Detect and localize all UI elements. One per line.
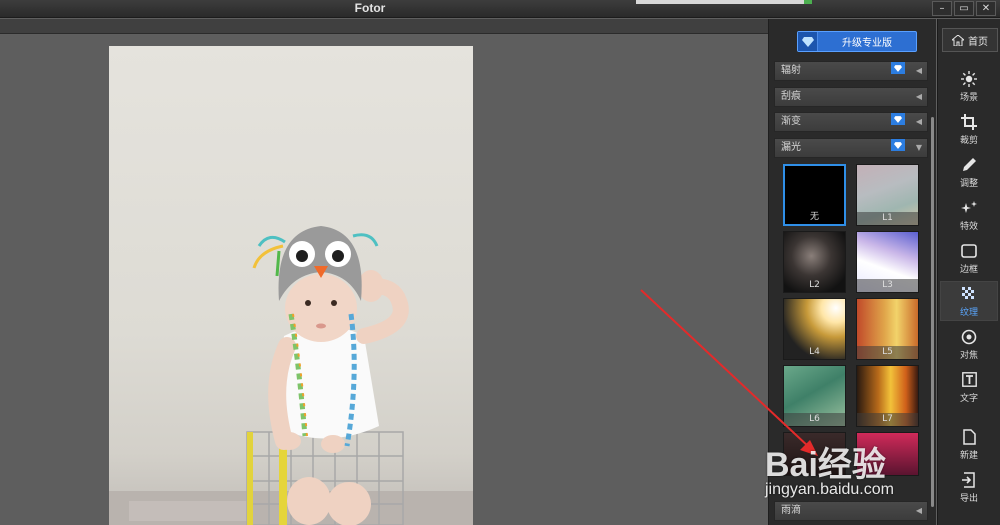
fotor-app: Fotor – ▭ ✕ 升级专业版 辐射 ◀ 刮痕 ◀ 渐变 ◀ 漏光 ▼ 无 … (0, 0, 1000, 525)
watermark-url: jingyan.baidu.com (765, 481, 894, 498)
baidu-watermark: Bai经验 jingyan.baidu.com (765, 437, 995, 507)
watermark-main: Bai经验 (765, 446, 886, 484)
